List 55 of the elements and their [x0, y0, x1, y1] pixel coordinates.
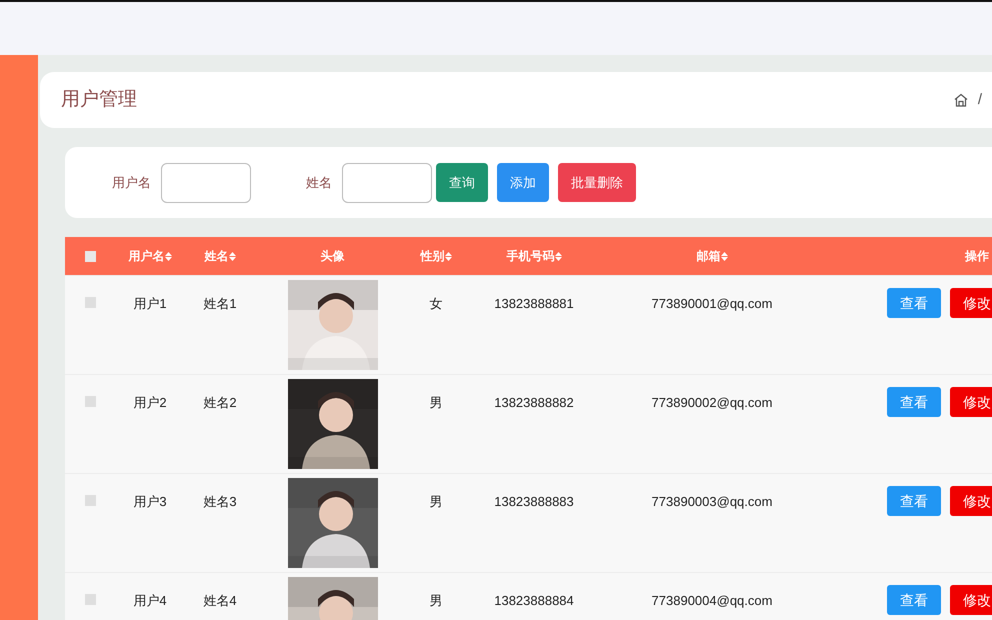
table-cell-text: 13823888884 [494, 592, 574, 609]
breadcrumb-separator: / [978, 90, 982, 110]
view-button[interactable]: 查看 [887, 486, 941, 516]
checkbox[interactable] [84, 495, 96, 506]
column-header[interactable]: 邮箱 [696, 247, 728, 265]
table-cell-text: 773890004@qq.com [652, 592, 772, 609]
view-button[interactable]: 查看 [887, 288, 941, 318]
column-header: 头像 [320, 248, 344, 265]
field-label: 用户名 [112, 174, 151, 192]
field-label: 姓名 [306, 174, 332, 192]
table-cell-text: 用户2 [133, 394, 167, 411]
add-button[interactable]: 添加 [497, 163, 549, 202]
input-field[interactable] [161, 162, 251, 202]
table-cell-text: 773890001@qq.com [652, 295, 772, 312]
table-cell-text: 男 [430, 493, 442, 510]
table-cell-text: 773890002@qq.com [652, 394, 772, 411]
table-cell-text: 男 [430, 394, 442, 411]
table-cell-text: 773890003@qq.com [652, 493, 772, 510]
table-cell-text: 女 [430, 295, 442, 312]
table-cell-text: 男 [430, 592, 442, 609]
column-header[interactable]: 手机号码 [506, 247, 562, 265]
table-cell-text: 用户1 [133, 295, 167, 312]
sort-icon[interactable] [228, 252, 236, 260]
column-header[interactable]: 性别 [420, 247, 452, 265]
checkbox[interactable] [84, 396, 96, 407]
sort-icon[interactable] [164, 252, 172, 260]
delete-button[interactable]: 批量删除 [558, 163, 636, 202]
search-button[interactable]: 查询 [436, 163, 488, 202]
sort-icon[interactable] [444, 252, 452, 260]
input-field[interactable] [342, 162, 432, 202]
checkbox[interactable] [84, 594, 96, 605]
table-cell-text: 姓名2 [203, 394, 237, 411]
column-header[interactable]: 用户名 [128, 247, 172, 265]
table-cell-text: 13823888882 [494, 394, 574, 411]
table-cell-text: 13823888883 [494, 493, 574, 510]
checkbox[interactable] [84, 297, 96, 308]
edit-button[interactable]: 修改 [950, 288, 992, 318]
column-header[interactable]: 姓名 [204, 247, 236, 265]
table-cell-text: 用户4 [133, 592, 167, 609]
table-cell-text: 用户3 [133, 493, 167, 510]
home-icon[interactable] [954, 93, 968, 107]
page-title: 用户管理 [61, 88, 137, 112]
sort-icon[interactable] [554, 252, 562, 260]
edit-button[interactable]: 修改 [950, 387, 992, 417]
edit-button[interactable]: 修改 [950, 585, 992, 615]
checkbox[interactable] [84, 250, 96, 262]
column-header: 操作 [965, 248, 989, 265]
view-button[interactable]: 查看 [887, 387, 941, 417]
table-cell-text: 姓名4 [203, 592, 237, 609]
edit-button[interactable]: 修改 [950, 486, 992, 516]
view-button[interactable]: 查看 [887, 585, 941, 615]
sort-icon[interactable] [720, 252, 728, 260]
table-cell-text: 姓名1 [203, 295, 237, 312]
table-cell-text: 姓名3 [203, 493, 237, 510]
table-cell-text: 13823888881 [494, 295, 574, 312]
